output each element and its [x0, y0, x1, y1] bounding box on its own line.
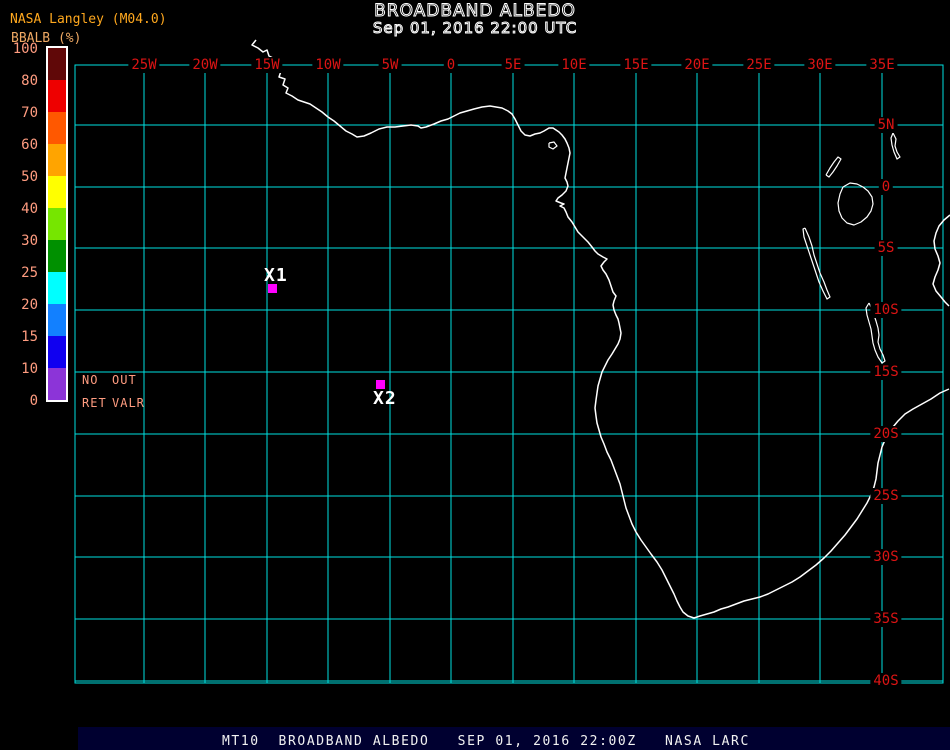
latitude-label: 5S: [874, 240, 898, 256]
site-marker-label: X1: [264, 265, 288, 286]
longitude-label: 25E: [743, 57, 775, 73]
latitude-label: 20S: [870, 426, 902, 442]
flag-out-label: OUT: [112, 373, 137, 387]
coastline: [932, 214, 950, 307]
longitude-label: 30E: [804, 57, 836, 73]
flag-ret-label: RET: [82, 396, 107, 410]
latitude-label: 40S: [870, 673, 902, 689]
map-canvas: X1 X2: [74, 39, 950, 684]
lake-outline: [802, 227, 831, 300]
longitude-label: 35E: [866, 57, 898, 73]
longitude-label: 5E: [501, 57, 525, 73]
lake-outline: [837, 182, 874, 226]
longitude-label: 15E: [620, 57, 652, 73]
footer-caption: MT10 BROADBAND ALBEDO SEP 01, 2016 22:00…: [222, 734, 750, 749]
longitude-label: 10E: [558, 57, 590, 73]
longitude-label: 15W: [251, 57, 283, 73]
latitude-label: 0: [878, 179, 894, 195]
longitude-label: 5W: [378, 57, 402, 73]
site-marker-label: X2: [373, 388, 397, 409]
longitude-label: 25W: [128, 57, 160, 73]
longitude-label: 0: [443, 57, 459, 73]
longitude-label: 10W: [312, 57, 344, 73]
longitude-label: 20W: [189, 57, 221, 73]
longitude-label: 20E: [681, 57, 713, 73]
flag-no-label: NO: [82, 373, 99, 387]
albedo-plot-page: BROADBAND ALBEDO Sep 01, 2016 22:00 UTC …: [0, 0, 950, 750]
lake-outline: [890, 132, 901, 160]
lake-outline: [548, 141, 558, 150]
lake-outline: [825, 156, 842, 178]
coastline: [251, 39, 950, 619]
latitude-label: 25S: [870, 488, 902, 504]
latitude-label: 35S: [870, 611, 902, 627]
latitude-label: 30S: [870, 549, 902, 565]
latitude-label: 10S: [870, 302, 902, 318]
flag-valr-label: VALR: [112, 396, 145, 410]
latitude-label: 5N: [874, 117, 898, 133]
latitude-label: 15S: [870, 364, 902, 380]
